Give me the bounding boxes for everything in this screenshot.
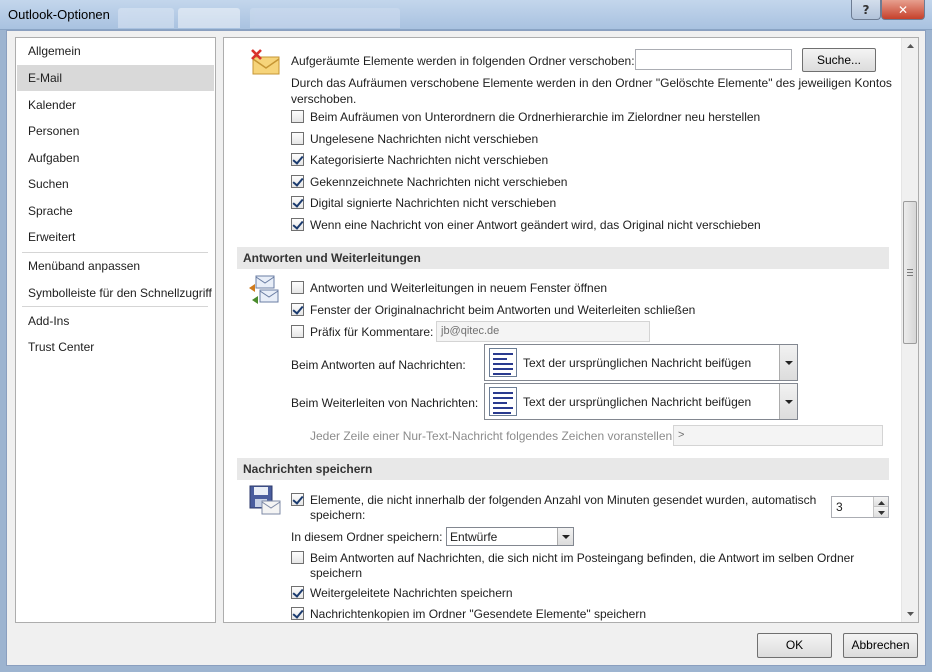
label-modified-by-reply: Wenn eine Nachricht von einer Antwort ge… — [310, 218, 761, 232]
nav-item-kalender[interactable]: Kalender — [17, 92, 214, 118]
autosave-minutes-stepper[interactable]: 3 — [831, 496, 889, 518]
nav-item-aufgaben[interactable]: Aufgaben — [17, 145, 214, 171]
label-reply-same-folder-line1: Beim Antworten auf Nachrichten, die sich… — [310, 551, 855, 565]
forward-behavior-label: Beim Weiterleiten von Nachrichten: — [291, 396, 479, 410]
scroll-thumb[interactable] — [903, 201, 917, 344]
checkbox-unread[interactable] — [291, 132, 304, 145]
cleanup-folder-label: Aufgeräumte Elemente werden in folgenden… — [291, 54, 635, 68]
label-prefix-comments: Präfix für Kommentare: — [310, 325, 434, 339]
help-button[interactable]: ? — [851, 0, 881, 20]
nav-item-menueband[interactable]: Menüband anpassen — [17, 253, 214, 279]
nav-item-addins[interactable]: Add-Ins — [17, 308, 214, 334]
label-save-sent-copies: Nachrichtenkopien im Ordner "Gesendete E… — [310, 607, 647, 621]
chevron-down-icon — [562, 535, 570, 539]
options-content: Aufgeräumte Elemente werden in folgenden… — [223, 37, 919, 623]
checkbox-save-forwarded[interactable] — [291, 586, 304, 599]
background-ribbon-ghost — [118, 6, 418, 30]
nav-item-allgemein[interactable]: Allgemein — [17, 38, 214, 64]
cleanup-info-line1: Durch das Aufräumen verschobene Elemente… — [291, 76, 892, 90]
cleanup-folder-field[interactable] — [635, 49, 792, 70]
reply-forward-icon — [249, 275, 279, 304]
nav-item-erweitert[interactable]: Erweitert — [17, 224, 214, 250]
cancel-button[interactable]: Abbrechen — [843, 633, 918, 658]
label-flagged: Gekennzeichnete Nachrichten nicht versch… — [310, 175, 568, 189]
stepper-down-button[interactable] — [873, 507, 888, 517]
reply-behavior-label: Beim Antworten auf Nachrichten: — [291, 358, 466, 372]
chevron-down-icon — [785, 361, 793, 365]
prefix-comments-field[interactable]: jb@qitec.de — [436, 321, 650, 342]
checkbox-autosave[interactable] — [291, 493, 304, 506]
save-folder-value: Entwürfe — [450, 530, 498, 544]
window-title: Outlook-Optionen — [8, 7, 110, 22]
nav-item-email[interactable]: E-Mail — [17, 65, 214, 91]
close-button[interactable]: ✕ — [881, 0, 925, 20]
checkbox-modified-by-reply[interactable] — [291, 218, 304, 231]
chevron-up-icon — [907, 44, 914, 48]
plaintext-prefix-label: Jeder Zeile einer Nur-Text-Nachricht fol… — [310, 429, 676, 443]
checkbox-prefix-comments[interactable] — [291, 325, 304, 338]
title-bar: Outlook-Optionen ? ✕ — [0, 0, 932, 30]
label-categorized: Kategorisierte Nachrichten nicht verschi… — [310, 153, 549, 167]
autosave-minutes-value: 3 — [836, 500, 843, 514]
checkbox-signed[interactable] — [291, 196, 304, 209]
forward-behavior-value: Text der ursprünglichen Nachricht beifüg… — [523, 395, 752, 409]
label-save-forwarded: Weitergeleitete Nachrichten speichern — [310, 586, 513, 600]
section-header-save: Nachrichten speichern — [237, 458, 889, 480]
dialog-frame: Allgemein E-Mail Kalender Personen Aufga… — [6, 30, 926, 666]
nav-item-trust-center[interactable]: Trust Center — [17, 334, 214, 360]
reply-preview-icon — [489, 348, 517, 377]
checkbox-open-new-window[interactable] — [291, 281, 304, 294]
checkbox-save-sent-copies[interactable] — [291, 607, 304, 620]
plaintext-prefix-field[interactable]: > — [673, 425, 883, 446]
reply-behavior-value: Text der ursprünglichen Nachricht beifüg… — [523, 356, 752, 370]
nav-divider — [22, 306, 208, 307]
section-header-replies: Antworten und Weiterleitungen — [237, 247, 889, 269]
label-restore-hierarchy: Beim Aufräumen von Unterordnern die Ordn… — [310, 110, 761, 124]
checkbox-flagged[interactable] — [291, 175, 304, 188]
nav-item-suchen[interactable]: Suchen — [17, 171, 214, 197]
label-signed: Digital signierte Nachrichten nicht vers… — [310, 196, 557, 210]
save-folder-dropdown-arrow[interactable] — [557, 528, 573, 545]
cleanup-info-line2: verschoben. — [291, 92, 357, 106]
forward-preview-icon — [489, 387, 517, 416]
label-autosave-line1: Elemente, die nicht innerhalb der folgen… — [310, 493, 817, 507]
forward-behavior-combo[interactable]: Text der ursprünglichen Nachricht beifüg… — [484, 383, 798, 420]
label-autosave-line2: speichern: — [310, 508, 366, 522]
save-messages-icon — [249, 485, 281, 515]
save-folder-label: In diesem Ordner speichern: — [291, 530, 443, 544]
nav-item-schnellzugriff[interactable]: Symbolleiste für den Schnellzugriff — [17, 280, 214, 306]
label-reply-same-folder-line2: speichern — [310, 566, 363, 580]
nav-item-personen[interactable]: Personen — [17, 118, 214, 144]
chevron-down-icon — [785, 400, 793, 404]
content-scrollbar[interactable] — [901, 38, 918, 622]
checkbox-reply-same-folder[interactable] — [291, 551, 304, 564]
ok-button[interactable]: OK — [757, 633, 832, 658]
browse-folder-button[interactable]: Suche... — [802, 48, 876, 72]
checkbox-categorized[interactable] — [291, 153, 304, 166]
options-nav: Allgemein E-Mail Kalender Personen Aufga… — [15, 37, 216, 623]
checkbox-restore-hierarchy[interactable] — [291, 110, 304, 123]
cleanup-folder-icon — [251, 49, 280, 75]
reply-behavior-combo[interactable]: Text der ursprünglichen Nachricht beifüg… — [484, 344, 798, 381]
scroll-up-button[interactable] — [903, 38, 918, 54]
nav-item-sprache[interactable]: Sprache — [17, 198, 214, 224]
chevron-down-icon — [878, 511, 885, 515]
save-folder-select[interactable]: Entwürfe — [446, 527, 574, 546]
chevron-down-icon — [907, 612, 914, 616]
label-unread: Ungelesene Nachrichten nicht verschieben — [310, 132, 539, 146]
scroll-down-button[interactable] — [903, 606, 918, 622]
stepper-up-button[interactable] — [873, 497, 888, 507]
label-open-new-window: Antworten und Weiterleitungen in neuem F… — [310, 281, 608, 295]
reply-dropdown-arrow[interactable] — [779, 345, 797, 380]
forward-dropdown-arrow[interactable] — [779, 384, 797, 419]
close-icon: ✕ — [897, 2, 909, 17]
label-close-original: Fenster der Originalnachricht beim Antwo… — [310, 303, 696, 317]
checkbox-close-original[interactable] — [291, 303, 304, 316]
